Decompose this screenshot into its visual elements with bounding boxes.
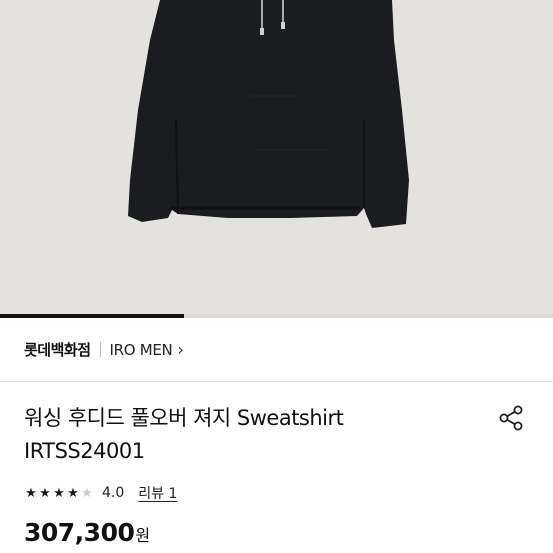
star-filled-icon: ★ xyxy=(53,485,65,501)
brand-name: IRO MEN xyxy=(109,340,173,359)
store-divider xyxy=(99,342,101,357)
price-amount: 307,300 xyxy=(24,518,135,547)
star-filled-icon: ★ xyxy=(25,485,37,501)
price: 307,300 원 xyxy=(24,518,150,547)
rating-value: 4.0 xyxy=(102,485,125,501)
product-code: IRTSS24001 xyxy=(24,439,145,463)
star-filled-icon: ★ xyxy=(67,485,79,501)
store-name[interactable]: 롯데백화점 xyxy=(24,339,91,360)
product-image[interactable] xyxy=(0,0,553,314)
product-title: 워싱 후디드 풀오버 져지 Sweatshirt IRTSS24001 xyxy=(24,402,484,468)
star-empty-icon: ★ xyxy=(81,485,93,501)
brand-link[interactable]: IRO MEN › xyxy=(110,340,184,359)
share-icon xyxy=(499,405,523,431)
product-title-line1: 워싱 후디드 풀오버 져지 Sweatshirt xyxy=(24,406,344,430)
rating-stars: ★ ★ ★ ★ ★ xyxy=(24,486,94,501)
share-button[interactable] xyxy=(496,402,528,434)
hoodie-image xyxy=(128,0,409,228)
price-unit: 원 xyxy=(135,526,151,545)
review-link[interactable]: 리뷰 1 xyxy=(138,483,177,503)
star-filled-icon: ★ xyxy=(39,485,51,501)
rating-row: ★ ★ ★ ★ ★ 4.0 리뷰 1 xyxy=(24,483,177,503)
chevron-right-icon: › xyxy=(177,340,184,359)
store-row[interactable]: 롯데백화점 IRO MEN › xyxy=(0,318,553,382)
